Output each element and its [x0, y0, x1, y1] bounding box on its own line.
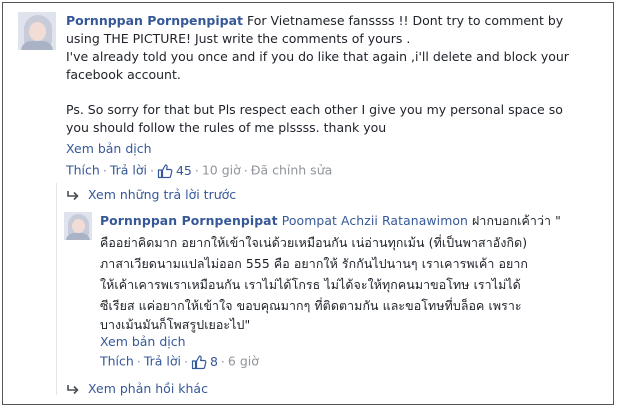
like-count[interactable]: 45 — [173, 163, 192, 178]
timestamp[interactable]: 6 giờ — [228, 354, 259, 369]
reply-text-line: คืออย่าคิดมาก อยากให้เข้าใจเน่ด้วยเหมือน… — [100, 235, 528, 250]
view-previous-replies-link[interactable]: Xem những trả lời trước — [66, 186, 236, 204]
reply-link[interactable]: Trả lời — [144, 354, 181, 369]
avatar[interactable] — [64, 212, 92, 240]
reply-first-line: Pornnppan Pornpenpipat Poompat Achzii Ra… — [100, 212, 561, 230]
reply-text-line: ภาสาเวียดนามแปลไม่ออก 555 คือ อยากให้ รั… — [100, 256, 529, 271]
timestamp[interactable]: 10 giờ — [202, 163, 241, 178]
view-more-replies-label: Xem phản hồi khác — [88, 381, 208, 396]
reply-actions: Thích · Trả lời · 8 · 6 giờ — [100, 353, 259, 370]
mention-link[interactable]: Poompat Achzii Ratanawimon — [282, 213, 468, 228]
view-previous-replies-label: Xem những trả lời trước — [88, 187, 237, 202]
avatar[interactable] — [18, 12, 56, 50]
comment-text-line: I've already told you once and if you do… — [66, 49, 569, 64]
comment-text-line: Ps. So sorry for that but Pls respect ea… — [66, 102, 563, 117]
reply-link[interactable]: Trả lời — [110, 163, 147, 178]
translate-link[interactable]: Xem bản dịch — [100, 333, 186, 351]
like-link[interactable]: Thích — [66, 163, 100, 178]
comment-actions: Thích · Trả lời · 45 · 10 giờ · Đã chỉnh sửa — [66, 162, 333, 179]
like-link[interactable]: Thích — [100, 354, 134, 369]
comment-text-line: using THE PICTURE! Just write the commen… — [66, 31, 411, 46]
comment-text-line: For Vietnamese fanssss !! Dont try to co… — [247, 13, 564, 28]
thumbs-up-icon[interactable] — [191, 354, 207, 370]
translate-link[interactable]: Xem bản dịch — [66, 140, 152, 158]
thumbs-up-icon[interactable] — [157, 163, 173, 179]
reply-arrow-icon — [67, 384, 79, 394]
comment-text-line: you should follow the rules of me plssss… — [66, 120, 387, 135]
comment-first-line: Pornnppan Pornpenpipat For Vietnamese fa… — [66, 12, 563, 30]
comment-author-link[interactable]: Pornnppan Pornpenpipat — [66, 13, 243, 28]
reply-text-line: บางเม้นมันก็โพสรูปเยอะไป" — [100, 317, 251, 332]
comment-text-line: facebook account. — [66, 67, 181, 82]
reply-text-line: ให้เค้าเคารพเราเหมือนกัน เราไม่ได้โกรธ ไ… — [100, 277, 521, 292]
thread-divider — [56, 183, 57, 395]
reply-arrow-icon — [67, 190, 79, 200]
reply-author-link[interactable]: Pornnppan Pornpenpipat — [100, 213, 278, 228]
view-more-replies-link[interactable]: Xem phản hồi khác — [66, 380, 208, 398]
reply-text-line: ฝากบอกเค้าว่า " — [472, 213, 561, 228]
reply-text-line: ซีเรียส แค่อยากให้เข้าใจ ขอบคุณมากๆ ที่ต… — [100, 298, 522, 313]
like-count[interactable]: 8 — [207, 354, 218, 369]
edited-label[interactable]: Đã chỉnh sửa — [251, 163, 333, 178]
